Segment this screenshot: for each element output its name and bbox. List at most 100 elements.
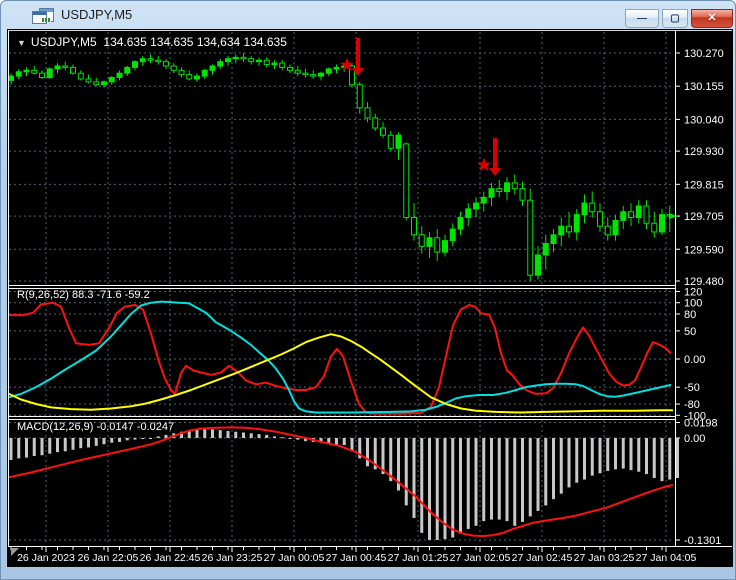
macd-histogram-bar	[273, 436, 276, 438]
macd-histogram-bar	[621, 438, 625, 469]
macd-histogram-bar	[590, 438, 594, 476]
candle-body	[434, 237, 441, 253]
macd-histogram-bar	[211, 429, 214, 438]
macd-histogram-bar	[652, 438, 656, 478]
candle-body	[23, 69, 30, 73]
macd-histogram-bar	[559, 438, 563, 494]
minimize-button[interactable]: —	[625, 9, 659, 28]
candle-body	[504, 182, 510, 193]
macd-histogram-bar	[342, 438, 346, 446]
candle-body	[620, 211, 627, 221]
macd-histogram-bar	[296, 438, 300, 440]
candle-body	[597, 211, 603, 227]
window-title: USDJPY,M5	[61, 7, 133, 22]
macd-histogram-bar	[149, 438, 152, 439]
candle-body	[132, 61, 138, 68]
candle-body	[387, 134, 394, 149]
restore-button[interactable]: ▢	[662, 9, 688, 28]
macd-histogram-bar	[451, 438, 455, 538]
macd-histogram-bar	[87, 438, 90, 448]
time-axis[interactable]	[8, 546, 732, 566]
candle-body	[302, 72, 309, 76]
macd-histogram-bar	[48, 438, 52, 454]
macd-histogram-bar	[521, 438, 524, 522]
chart-client-area: 130.270 130.155 130.040 129.930 129.815 129.7…	[7, 29, 733, 567]
candle-body	[465, 208, 472, 219]
macd-histogram-bar	[94, 438, 98, 446]
candle-body	[287, 66, 293, 71]
close-button[interactable]: ✕	[691, 9, 733, 28]
macd-histogram-bar	[280, 437, 284, 439]
candle-body	[550, 234, 557, 244]
candle-body	[659, 214, 665, 233]
restore-icon: ▢	[670, 13, 680, 24]
macd-histogram-bar	[71, 438, 75, 450]
macd-histogram-bar	[366, 438, 369, 467]
candle-body	[263, 59, 270, 66]
candle-body	[356, 84, 363, 109]
macd-histogram-bar	[125, 438, 129, 441]
candle-body	[54, 65, 61, 70]
candle-body	[604, 225, 611, 236]
chevron-down-icon[interactable]: ▼	[17, 38, 26, 48]
macd-histogram-bar	[265, 434, 269, 438]
candle-body	[589, 202, 596, 213]
macd-histogram-bar	[637, 438, 641, 472]
candle-body	[93, 81, 100, 86]
candle-body	[573, 214, 580, 233]
ohlc-text: USDJPY,M5 134.635 134.635 134,634 134.63…	[30, 35, 287, 49]
candle-body	[511, 182, 518, 190]
candle-body	[449, 228, 456, 242]
candle-body	[519, 188, 526, 201]
candle-body	[163, 61, 169, 67]
sell-arrow-icon	[489, 168, 501, 176]
macd-histogram-bar	[17, 438, 21, 459]
macd-histogram-bar	[9, 438, 13, 460]
candle-body	[442, 240, 448, 253]
candle-body	[496, 188, 503, 193]
macd-indicator-label: MACD(12,26,9) -0.0147 -0.0247	[17, 421, 175, 433]
price-axis[interactable]	[676, 31, 733, 546]
candle-body	[232, 56, 239, 60]
pane-divider-wpr[interactable]	[8, 283, 674, 288]
macd-histogram-bar	[141, 438, 145, 439]
candle-body	[395, 134, 402, 149]
wpr-indicator-label: R(9,26,52) 88.3 -71.6 -59.2	[17, 289, 150, 301]
candle-body	[186, 74, 193, 80]
macd-histogram-bar	[435, 438, 439, 540]
candle-body	[411, 217, 417, 236]
title-bar[interactable]: USDJPY,M5 — ▢ ✕	[1, 1, 735, 29]
candle-body	[15, 71, 22, 77]
application-window: USDJPY,M5 — ▢ ✕ 130.270 130.155 130.040 129…	[0, 0, 736, 580]
macd-histogram-bar	[56, 438, 59, 453]
pane-divider-macd[interactable]	[8, 414, 674, 419]
candle-body	[558, 225, 565, 236]
candle-body	[628, 211, 634, 219]
chart-ohlc-header: ▼ USDJPY,M5 134.635 134.635 134,634 134.6…	[17, 35, 287, 49]
macd-histogram-bar	[420, 438, 424, 533]
macd-histogram-bar	[32, 438, 36, 457]
candle-body	[248, 58, 255, 63]
candle-body	[581, 202, 588, 216]
macd-signal-line	[8, 426, 674, 537]
macd-histogram-bar	[544, 438, 548, 506]
macd-histogram-bar	[226, 430, 230, 438]
macd-histogram-bar	[218, 430, 222, 438]
macd-histogram-bar	[164, 434, 168, 438]
candle-body	[643, 205, 650, 224]
macd-histogram-bar	[110, 438, 114, 443]
candle-body	[535, 254, 541, 276]
macd-histogram-bar	[156, 436, 160, 438]
macd-histogram-bar	[645, 438, 648, 475]
candle-body	[155, 59, 162, 63]
macd-histogram-bar	[466, 438, 470, 529]
candle-body	[372, 117, 379, 129]
macd-histogram-bar	[428, 438, 431, 540]
candle-body	[403, 143, 410, 219]
candle-body	[8, 75, 14, 81]
candle-body	[651, 222, 658, 233]
macd-histogram-bar	[234, 431, 238, 438]
macd-histogram-bar	[505, 438, 509, 522]
candle-body	[85, 78, 92, 83]
candle-body	[101, 81, 107, 86]
